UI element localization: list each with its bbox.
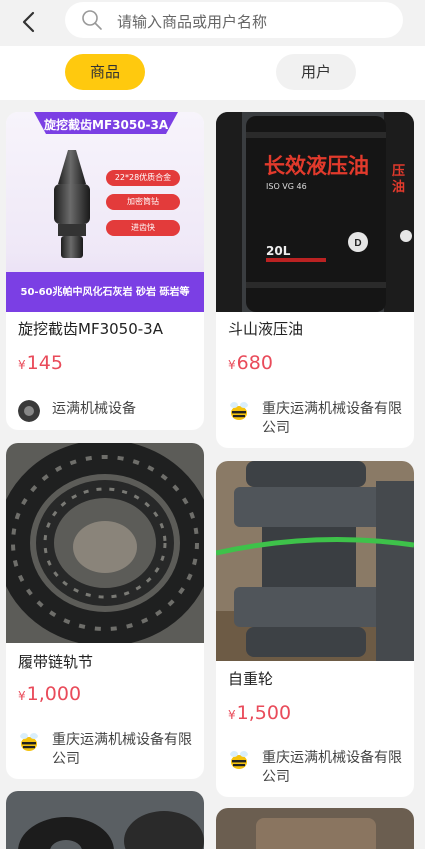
tab-products[interactable]: 商品 bbox=[65, 54, 145, 90]
product-price: ¥1,000 bbox=[18, 683, 81, 705]
product-card[interactable] bbox=[216, 808, 414, 849]
product-title: 斗山液压油 bbox=[228, 320, 304, 338]
back-arrow-icon[interactable] bbox=[14, 6, 46, 38]
bee-avatar-icon bbox=[230, 751, 248, 769]
price-value: 680 bbox=[236, 352, 273, 374]
bee-avatar-icon bbox=[230, 402, 248, 420]
seller-name: 重庆运满机械设备有限公司 bbox=[262, 401, 402, 436]
product-title: 旋挖截齿MF3050-3A bbox=[18, 320, 163, 338]
search-input[interactable]: 请输入商品或用户名称 bbox=[65, 2, 403, 38]
currency-symbol: ¥ bbox=[228, 358, 236, 372]
price-value: 1,500 bbox=[236, 702, 292, 724]
tab-users[interactable]: 用户 bbox=[276, 54, 356, 90]
seller-name: 重庆运满机械设备有限公司 bbox=[52, 732, 192, 767]
banner-badge: 进齿快 bbox=[131, 223, 155, 232]
seller-name: 重庆运满机械设备有限公司 bbox=[262, 750, 402, 785]
banner-badge: 加密筒钻 bbox=[127, 197, 159, 206]
product-image bbox=[6, 112, 204, 312]
product-image bbox=[6, 443, 204, 643]
seller-info[interactable]: 重庆运满机械设备有限公司 bbox=[18, 731, 192, 769]
product-title: 履带链轨节 bbox=[18, 653, 94, 671]
product-image bbox=[216, 461, 414, 661]
seller-info[interactable]: 重庆运满机械设备有限公司 bbox=[228, 400, 402, 438]
banner-heading: 旋挖截齿MF3050-3A bbox=[44, 118, 169, 132]
product-image bbox=[6, 791, 204, 849]
product-image: D bbox=[216, 112, 414, 312]
product-price: ¥145 bbox=[18, 352, 63, 374]
product-title: 自重轮 bbox=[228, 670, 274, 688]
seller-info[interactable]: 运满机械设备 bbox=[18, 400, 192, 422]
product-image bbox=[216, 808, 414, 849]
bee-avatar-icon bbox=[20, 733, 38, 751]
currency-symbol: ¥ bbox=[18, 689, 26, 703]
price-value: 145 bbox=[26, 352, 63, 374]
product-card[interactable] bbox=[6, 791, 204, 849]
search-icon bbox=[82, 10, 102, 30]
banner-badge: 22*28优质合金 bbox=[114, 173, 172, 182]
price-value: 1,000 bbox=[26, 683, 82, 705]
seller-avatar-icon bbox=[18, 400, 40, 422]
drum-grade: ISO VG 46 bbox=[266, 182, 307, 191]
product-price: ¥680 bbox=[228, 352, 273, 374]
product-card[interactable]: D 长效液压油 ISO VG 46 20L 压油 斗山液压油 ¥680 重庆运满… bbox=[216, 112, 414, 448]
search-placeholder: 请输入商品或用户名称 bbox=[117, 13, 268, 31]
currency-symbol: ¥ bbox=[18, 358, 26, 372]
product-card[interactable]: 旋挖截齿MF3050-3A 22*28优质合金 加密筒钻 进齿快 50-60兆帕… bbox=[6, 112, 204, 430]
top-bar: 请输入商品或用户名称 bbox=[0, 0, 425, 44]
drum-volume: 20L bbox=[266, 244, 291, 258]
drum-label: 长效液压油 bbox=[264, 154, 369, 178]
product-card[interactable]: 履带链轨节 ¥1,000 重庆运满机械设备有限公司 bbox=[6, 443, 204, 779]
product-card[interactable]: 自重轮 ¥1,500 重庆运满机械设备有限公司 bbox=[216, 461, 414, 797]
drum-side-label: 压油 bbox=[392, 164, 406, 195]
svg-text:D: D bbox=[354, 238, 361, 249]
product-price: ¥1,500 bbox=[228, 702, 291, 724]
seller-name: 运满机械设备 bbox=[52, 401, 136, 417]
currency-symbol: ¥ bbox=[228, 708, 236, 722]
tab-bar: 商品 用户 bbox=[0, 46, 425, 100]
seller-info[interactable]: 重庆运满机械设备有限公司 bbox=[228, 749, 402, 787]
banner-footer: 50-60兆帕中风化石灰岩 砂岩 砾岩等 bbox=[20, 287, 190, 298]
